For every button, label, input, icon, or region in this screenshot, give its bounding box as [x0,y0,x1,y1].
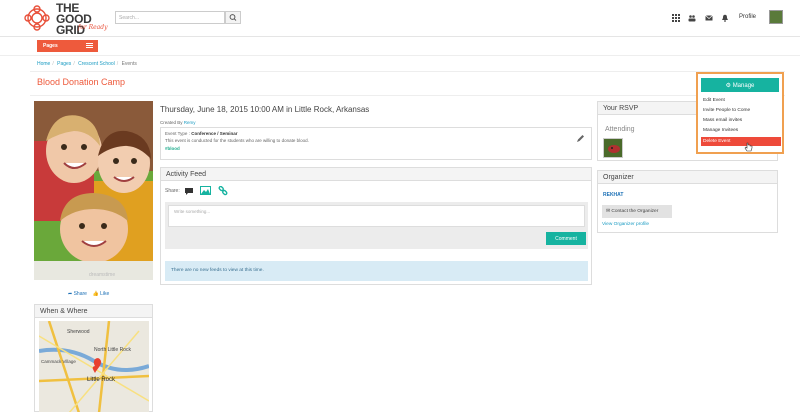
bell-icon[interactable] [721,14,729,22]
grid-icon[interactable] [672,14,680,22]
search-icon [229,14,237,21]
breadcrumb-home[interactable]: Home [37,61,50,67]
activity-feed-panel: Activity Feed Share: Write something... … [160,167,592,285]
share-label: Share: [165,188,180,194]
logo-icon[interactable] [20,3,54,33]
menu-item-mass-email[interactable]: Mass email invites [701,118,781,123]
like-link[interactable]: 👍 Like [93,291,110,297]
when-where-title: When & Where [35,305,152,318]
mail-icon: ✉ [606,209,611,214]
menu-item-manage-invitees[interactable]: Manage Invitees [701,128,781,133]
svg-text:Little Rock: Little Rock [87,377,116,383]
event-description: This event is conducted for the students… [165,138,309,143]
organizer-name[interactable]: REKHAT [603,192,623,198]
mail-icon[interactable] [705,14,713,22]
pages-button-label: Pages [43,43,58,49]
created-by: Created By Remy [160,120,196,125]
event-info-box: Event Type : Conference / Seminar This e… [160,127,592,160]
watermark-text: dreamstime [89,272,115,278]
svg-text:Sherwood: Sherwood [67,329,90,335]
menu-item-edit-event[interactable]: Edit Event [701,98,781,103]
breadcrumb: Home / Pages / Crescent School / Events [37,61,137,67]
pages-menu-button[interactable]: Pages [37,40,98,52]
logo-wordmark[interactable]: THE GOOD GRID [56,2,92,36]
empty-feed-message: There are no new feeds to view at this t… [165,261,588,281]
share-like-row: ➦ Share 👍 Like [68,291,109,297]
search-input[interactable]: Search... [115,11,225,24]
profile-link[interactable]: Profile [739,14,756,20]
breadcrumb-current: Events [121,61,137,67]
event-date-location: Thursday, June 18, 2015 10:00 AM in Litt… [160,105,370,114]
avatar[interactable] [769,10,783,24]
event-tag[interactable]: #blood [165,146,587,151]
logo-tagline: for Ready [78,24,108,31]
children-photo-image: dreamstime [34,101,153,280]
share-link[interactable]: ➦ Share [68,291,87,297]
top-navbar: THE GOOD GRID for Ready Search... Profil… [0,0,800,37]
manage-button[interactable]: ⚙ Manage [701,78,779,92]
hamburger-icon [86,43,93,48]
link-icon[interactable] [218,186,228,196]
search-button[interactable] [225,11,241,24]
photo-upload-icon[interactable] [200,186,211,196]
map-image[interactable]: Sherwood North Little Rock Cammack Villa… [39,321,149,412]
manage-dropdown: ⚙ Manage Edit Event Invite People to Com… [696,72,784,154]
breadcrumb-school[interactable]: Crescent School [78,61,115,67]
page-title: Blood Donation Camp [37,77,126,87]
gear-icon: ⚙ [725,83,732,89]
divider [30,71,785,72]
composer-area: Write something... Comment [165,202,588,249]
menu-item-delete-event[interactable]: Delete Event [701,137,781,146]
organizer-panel: Organizer REKHAT ✉ Contact the Organizer… [597,170,778,233]
event-type-value: Conference / Seminar [191,131,238,136]
view-organizer-profile-link[interactable]: View Organizer profile [602,222,649,227]
hand-cursor-icon [744,142,753,152]
status-textarea[interactable]: Write something... [168,205,585,227]
menu-item-invite-people[interactable]: Invite People to Come [701,108,781,113]
status-chat-icon[interactable] [184,187,194,196]
svg-text:North Little Rock: North Little Rock [94,347,131,353]
activity-feed-title: Activity Feed [161,168,591,181]
organizer-title: Organizer [598,171,777,184]
creator-link[interactable]: Remy [184,120,196,125]
pages-bar: Pages [0,37,800,56]
svg-text:Cammack Village: Cammack Village [41,359,76,364]
event-photo: dreamstime [34,101,153,280]
people-icon[interactable] [688,14,696,22]
when-where-panel: When & Where Sherwood North Little Rock … [34,304,153,412]
divider [30,95,785,96]
comment-button[interactable]: Comment [546,232,586,245]
rsvp-status: Attending [605,126,635,133]
contact-organizer-button[interactable]: ✉ Contact the Organizer [602,205,672,218]
breadcrumb-pages[interactable]: Pages [57,61,71,67]
edit-pencil-icon[interactable] [576,134,585,143]
attendee-avatar[interactable] [603,138,623,158]
